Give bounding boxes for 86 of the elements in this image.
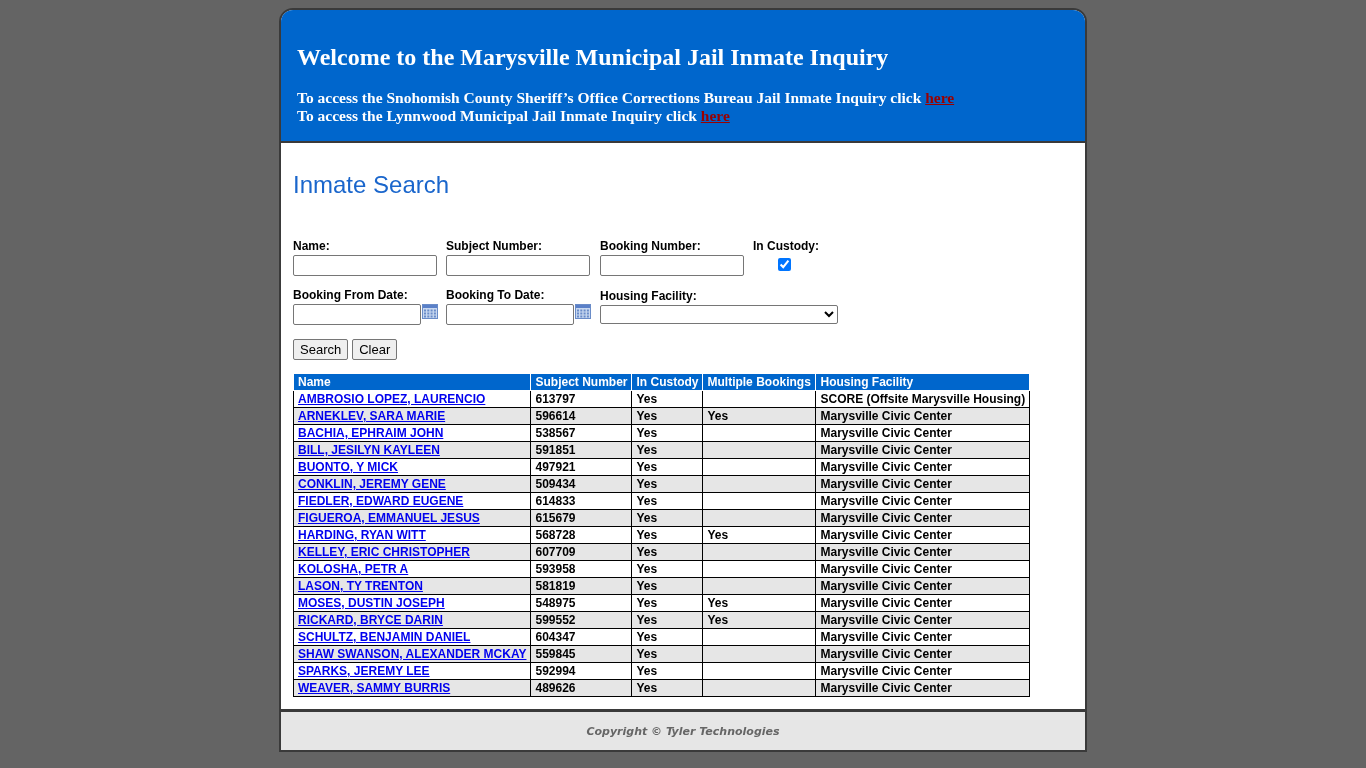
column-header: Subject Number	[530, 373, 632, 391]
table-cell: 489626	[530, 679, 632, 697]
table-cell: 593958	[530, 560, 632, 578]
table-cell: 596614	[530, 407, 632, 425]
table-cell: 604347	[530, 628, 632, 646]
custody-checkbox[interactable]	[778, 258, 791, 271]
calendar-icon[interactable]	[422, 304, 438, 319]
table-cell: 599552	[530, 611, 632, 629]
table-cell: Yes	[631, 390, 703, 408]
table-cell: 592994	[530, 662, 632, 680]
table-cell: Yes	[631, 441, 703, 459]
table-cell: Marysville Civic Center	[815, 509, 1030, 527]
input-field[interactable]	[293, 255, 437, 276]
table-cell: Yes	[631, 594, 703, 612]
table-cell: Yes	[702, 526, 816, 544]
table-cell: Yes	[702, 611, 816, 629]
facility-select[interactable]	[600, 305, 838, 324]
table-cell: Marysville Civic Center	[815, 594, 1030, 612]
column-header: Multiple Bookings	[702, 373, 816, 391]
table-cell: 559845	[530, 645, 632, 663]
table-cell: Marysville Civic Center	[815, 424, 1030, 442]
field-label: Booking From Date:	[293, 288, 409, 302]
copyright-text: Copyright © Tyler Technologies	[586, 724, 780, 738]
field-label: Name:	[293, 239, 331, 253]
table-cell: Yes	[702, 407, 816, 425]
field-label: Subject Number:	[446, 239, 543, 253]
table-cell: Marysville Civic Center	[815, 458, 1030, 476]
input-field[interactable]	[446, 255, 590, 276]
table-cell: Marysville Civic Center	[815, 645, 1030, 663]
table-cell: 614833	[530, 492, 632, 510]
field-label: Booking To Date:	[446, 288, 546, 302]
table-cell: Yes	[631, 543, 703, 561]
table-cell: 509434	[530, 475, 632, 493]
table-cell: Yes	[631, 662, 703, 680]
table-cell: Marysville Civic Center	[815, 679, 1030, 697]
input-field[interactable]	[600, 255, 744, 276]
table-cell: Marysville Civic Center	[815, 441, 1030, 459]
table-cell: Marysville Civic Center	[815, 628, 1030, 646]
table-cell: 538567	[530, 424, 632, 442]
table-cell: Yes	[631, 458, 703, 476]
column-header: Name	[293, 373, 531, 391]
table-cell: 581819	[530, 577, 632, 595]
field-label: In Custody:	[753, 239, 820, 253]
table-cell: 613797	[530, 390, 632, 408]
table-cell: Marysville Civic Center	[815, 407, 1030, 425]
table-cell: Yes	[631, 679, 703, 697]
table-cell: Yes	[631, 407, 703, 425]
table-cell: 615679	[530, 509, 632, 527]
table-cell: 548975	[530, 594, 632, 612]
table-cell: SCORE (Offsite Marysville Housing)	[815, 390, 1030, 408]
table-cell: Marysville Civic Center	[815, 492, 1030, 510]
table-cell: Marysville Civic Center	[815, 577, 1030, 595]
table-cell: Yes	[631, 645, 703, 663]
field-label: Housing Facility:	[600, 289, 698, 303]
access-sentence: To access the Snohomish County Sheriff’s Office Corrections Bureau Jail Inmate Inquiry click here	[297, 89, 956, 107]
access-sentence: To access the Lynnwood Municipal Jail Inmate Inquiry click here	[297, 107, 731, 125]
calendar-icon[interactable]	[575, 304, 591, 319]
table-cell: Yes	[631, 526, 703, 544]
table-cell: Yes	[631, 424, 703, 442]
table-cell: Marysville Civic Center	[815, 526, 1030, 544]
search-button[interactable]: Search	[293, 339, 349, 360]
table-cell: 591851	[530, 441, 632, 459]
table-cell: 607709	[530, 543, 632, 561]
table-cell: Yes	[631, 577, 703, 595]
column-header: Housing Facility	[815, 373, 1030, 391]
page-title: Welcome to the Marysville Municipal Jail Inmate Inquiry	[297, 44, 890, 71]
table-cell: Yes	[702, 594, 816, 612]
column-header: In Custody	[631, 373, 703, 391]
table-cell: Yes	[631, 509, 703, 527]
section-title: Inmate Search	[293, 171, 451, 199]
table-cell: Marysville Civic Center	[815, 662, 1030, 680]
table-cell: Yes	[631, 560, 703, 578]
table-cell: 497921	[530, 458, 632, 476]
table-cell: 568728	[530, 526, 632, 544]
table-cell: Yes	[631, 475, 703, 493]
clear-button[interactable]: Clear	[352, 339, 398, 360]
table-cell: Yes	[631, 628, 703, 646]
table-cell: Marysville Civic Center	[815, 611, 1030, 629]
table-cell: Yes	[631, 611, 703, 629]
date-field[interactable]	[293, 304, 421, 325]
table-cell: Marysville Civic Center	[815, 560, 1030, 578]
field-label: Booking Number:	[600, 239, 702, 253]
table-cell: Marysville Civic Center	[815, 543, 1030, 561]
table-cell: Marysville Civic Center	[815, 475, 1030, 493]
table-cell: Yes	[631, 492, 703, 510]
date-field[interactable]	[446, 304, 574, 325]
